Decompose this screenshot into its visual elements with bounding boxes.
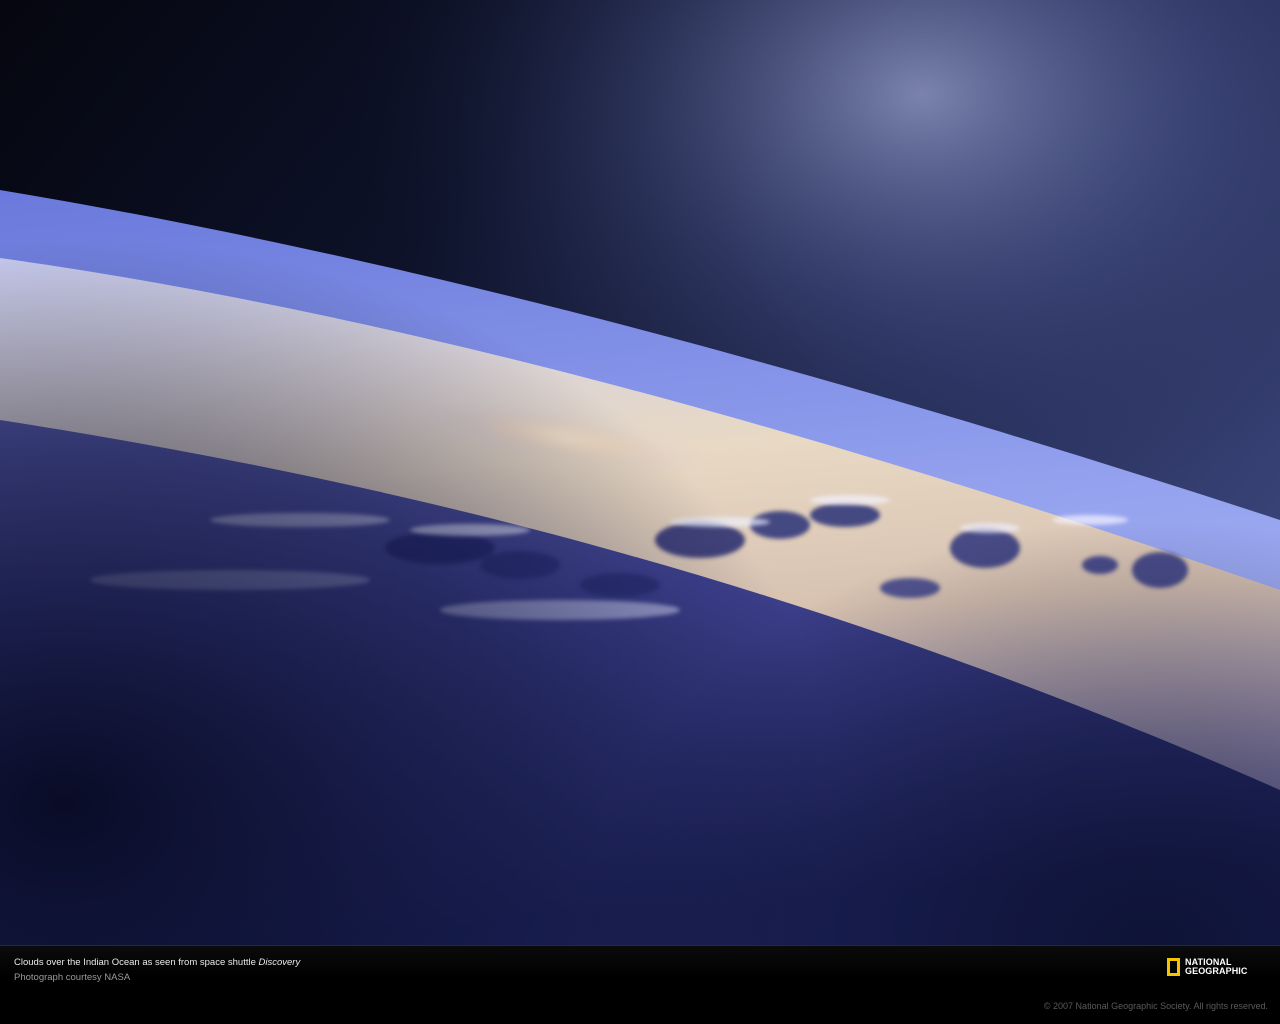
caption-shuttle-name: Discovery: [258, 957, 301, 968]
yellow-frame-icon: [1167, 958, 1180, 976]
logo-line-2: GEOGRAPHIC: [1185, 966, 1248, 976]
photo-caption: Clouds over the Indian Ocean as seen fro…: [14, 957, 300, 969]
national-geographic-logo: NATIONAL GEOGRAPHIC: [1167, 956, 1248, 978]
earth-from-space-photo: [0, 0, 1280, 945]
caption-bar: Clouds over the Indian Ocean as seen fro…: [0, 945, 1280, 1024]
wallpaper: Clouds over the Indian Ocean as seen fro…: [0, 0, 1280, 1024]
logo-wordmark: NATIONAL GEOGRAPHIC: [1185, 958, 1248, 976]
caption-text: Clouds over the Indian Ocean as seen fro…: [14, 957, 256, 968]
photo-credit: Photograph courtesy NASA: [14, 972, 131, 983]
photo-illustration: [0, 0, 1280, 945]
copyright-notice: © 2007 National Geographic Society. All …: [1043, 1001, 1268, 1011]
